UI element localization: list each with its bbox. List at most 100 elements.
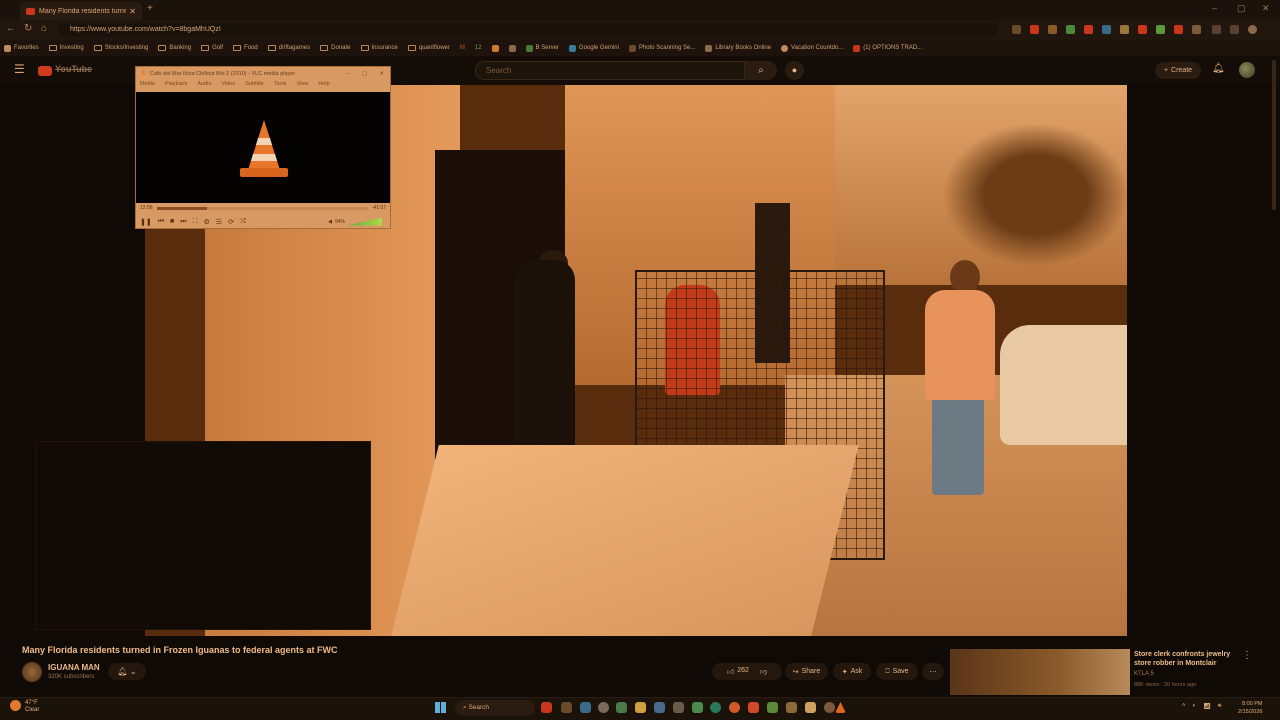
taskbar-app-icon[interactable] — [561, 702, 572, 713]
extension-icon[interactable] — [1066, 25, 1075, 34]
firefox-icon[interactable] — [729, 702, 740, 713]
edge-browser-icon[interactable] — [710, 702, 721, 713]
bookmark-library-books[interactable]: Library Books Online — [705, 44, 771, 52]
vlc-menu-subtitle[interactable]: Subtitle — [245, 81, 263, 91]
tray-app-icon[interactable]: ◐ — [1193, 703, 1197, 710]
extension-icon[interactable] — [1084, 25, 1093, 34]
vlc-menu-audio[interactable]: Audio — [197, 81, 211, 91]
bookmark-vacation-countdown[interactable]: Vacation Countdo... — [781, 44, 843, 52]
vlc-seek-bar[interactable] — [156, 206, 368, 210]
settings-gear-icon[interactable] — [598, 702, 609, 713]
extension-icon[interactable] — [1048, 25, 1057, 34]
stop-icon[interactable]: ■ — [170, 218, 174, 225]
close-button[interactable]: ✕ — [379, 71, 384, 77]
extension-icon[interactable] — [1012, 25, 1021, 34]
brave-browser-icon[interactable] — [748, 702, 759, 713]
extension-icon[interactable] — [1120, 25, 1129, 34]
suggested-video-channel[interactable]: KTLA 5 — [1134, 671, 1154, 677]
vlc-menu-tools[interactable]: Tools — [274, 81, 287, 91]
bookmark-investing[interactable]: Investing — [48, 45, 84, 51]
page-scrollbar[interactable] — [1272, 60, 1276, 210]
extension-icon[interactable] — [1156, 25, 1165, 34]
playlist-icon[interactable]: ☰ — [216, 218, 222, 226]
file-explorer-icon[interactable] — [635, 702, 646, 713]
fullscreen-icon[interactable]: ⛶ — [193, 218, 198, 226]
ask-button[interactable]: ✦ Ask — [833, 663, 871, 680]
dislike-button[interactable]: 👎︎ — [760, 667, 767, 676]
url-bar[interactable]: https://www.youtube.com/watch?v=8bgaMhUQ… — [58, 23, 998, 37]
refresh-icon[interactable]: ↻ — [24, 23, 32, 34]
bookmark-driftagames[interactable]: driftagames — [267, 45, 310, 51]
vlc-video-area[interactable] — [136, 92, 390, 203]
search-input[interactable]: Search — [475, 61, 745, 80]
vlc-menu-media[interactable]: Media — [140, 81, 155, 91]
save-button[interactable]: ⎕ Save — [876, 663, 918, 680]
profile-icon[interactable] — [1248, 25, 1257, 34]
voice-search-button[interactable]: ● — [785, 61, 804, 80]
more-vert-icon[interactable]: ⋮ — [1242, 650, 1252, 661]
bookmark-google-gemini[interactable]: Google Gemini — [568, 44, 619, 52]
vlc-menu-playback[interactable]: Playback — [165, 81, 187, 91]
next-icon[interactable]: ⏭︎ — [180, 218, 186, 226]
vlc-volume[interactable]: ◀ 94% — [328, 217, 382, 226]
menu-icon[interactable]: ☰ — [14, 62, 25, 76]
extension-icon[interactable] — [1174, 25, 1183, 34]
vlc-menu-view[interactable]: View — [297, 81, 309, 91]
bookmark-golf[interactable]: Golf — [201, 45, 223, 51]
create-button[interactable]: + Create — [1155, 62, 1201, 79]
taskbar-app-icon[interactable] — [805, 702, 816, 713]
vlc-window[interactable]: Cafe del Mar Ibiza Chillout Mix 2 (2010)… — [135, 66, 391, 229]
weather-widget[interactable]: 47°F Clear — [10, 700, 39, 714]
taskbar-app-icon[interactable] — [654, 702, 665, 713]
taskbar-app-icon[interactable] — [692, 702, 703, 713]
home-icon[interactable]: ⌂ — [41, 23, 47, 34]
suggested-video-title[interactable]: Store clerk confronts jewelry store robb… — [1134, 650, 1244, 668]
channel-avatar[interactable] — [22, 662, 42, 682]
volume-icon[interactable]: 🔊︎ — [1218, 703, 1222, 710]
extension-icon[interactable] — [1102, 25, 1111, 34]
taskbar-app-icon[interactable] — [824, 702, 835, 713]
share-button[interactable]: ↪ Share — [785, 663, 828, 680]
youtube-logo-icon[interactable] — [38, 66, 52, 76]
bookmark-insurance[interactable]: Insurance — [360, 45, 398, 51]
maximize-button[interactable]: ▢ — [362, 71, 367, 77]
taskbar-app-icon[interactable] — [786, 702, 797, 713]
bookmark-banking[interactable]: Banking — [158, 45, 191, 51]
close-window-button[interactable]: ✕ — [1262, 3, 1270, 14]
back-icon[interactable]: ← — [6, 23, 16, 34]
channel-name[interactable]: IGUANA MAN — [48, 663, 100, 672]
loop-icon[interactable]: ⟳ — [228, 218, 234, 226]
taskbar-search[interactable]: ⌕ Search — [455, 700, 535, 716]
vlc-menu-video[interactable]: Video — [221, 81, 235, 91]
extension-icon[interactable] — [1030, 25, 1039, 34]
windows-start-icon[interactable] — [435, 702, 446, 713]
taskbar-app-icon[interactable] — [580, 702, 591, 713]
vlc-title-bar[interactable]: Cafe del Mar Ibiza Chillout Mix 2 (2010)… — [136, 67, 390, 81]
taskbar-app-icon[interactable] — [767, 702, 778, 713]
network-icon[interactable]: 📶︎ — [1203, 703, 1211, 710]
maximize-button[interactable]: ▢ — [1237, 3, 1246, 14]
extension-icon[interactable] — [1192, 25, 1201, 34]
subscribed-bell-button[interactable]: 🔔︎ ⌄ — [108, 663, 146, 680]
previous-icon[interactable]: ⏮︎ — [158, 218, 164, 226]
more-actions-button[interactable]: ⋯ — [922, 663, 944, 680]
taskbar-app-icon[interactable] — [673, 702, 684, 713]
taskbar-app-icon[interactable] — [616, 702, 627, 713]
favorites-star-icon[interactable] — [1230, 25, 1239, 34]
tray-chevron-icon[interactable]: ˄ — [1182, 703, 1186, 710]
bookmark-donate[interactable]: Donate — [320, 45, 351, 51]
bookmark-icon-2[interactable] — [508, 44, 516, 52]
close-tab-icon[interactable]: ✕ — [129, 7, 136, 16]
minimize-button[interactable]: – — [347, 71, 350, 77]
extension-icon[interactable] — [1138, 25, 1147, 34]
search-button[interactable]: ⌕ — [745, 61, 777, 80]
notifications-bell-icon[interactable]: 🔔︎ — [1212, 63, 1225, 74]
bookmark-icon-1[interactable] — [491, 44, 499, 52]
bookmark-stocks[interactable]: Stocks/Investing — [93, 45, 148, 51]
avatar[interactable] — [1239, 62, 1255, 78]
suggested-video-thumbnail[interactable] — [950, 649, 1130, 695]
bookmark-quantflower[interactable]: quantflower — [407, 45, 450, 51]
taskbar-app-icon[interactable] — [541, 702, 552, 713]
shuffle-icon[interactable]: ⤮ — [240, 218, 246, 226]
extended-settings-icon[interactable]: ⚙︎ — [204, 218, 210, 226]
